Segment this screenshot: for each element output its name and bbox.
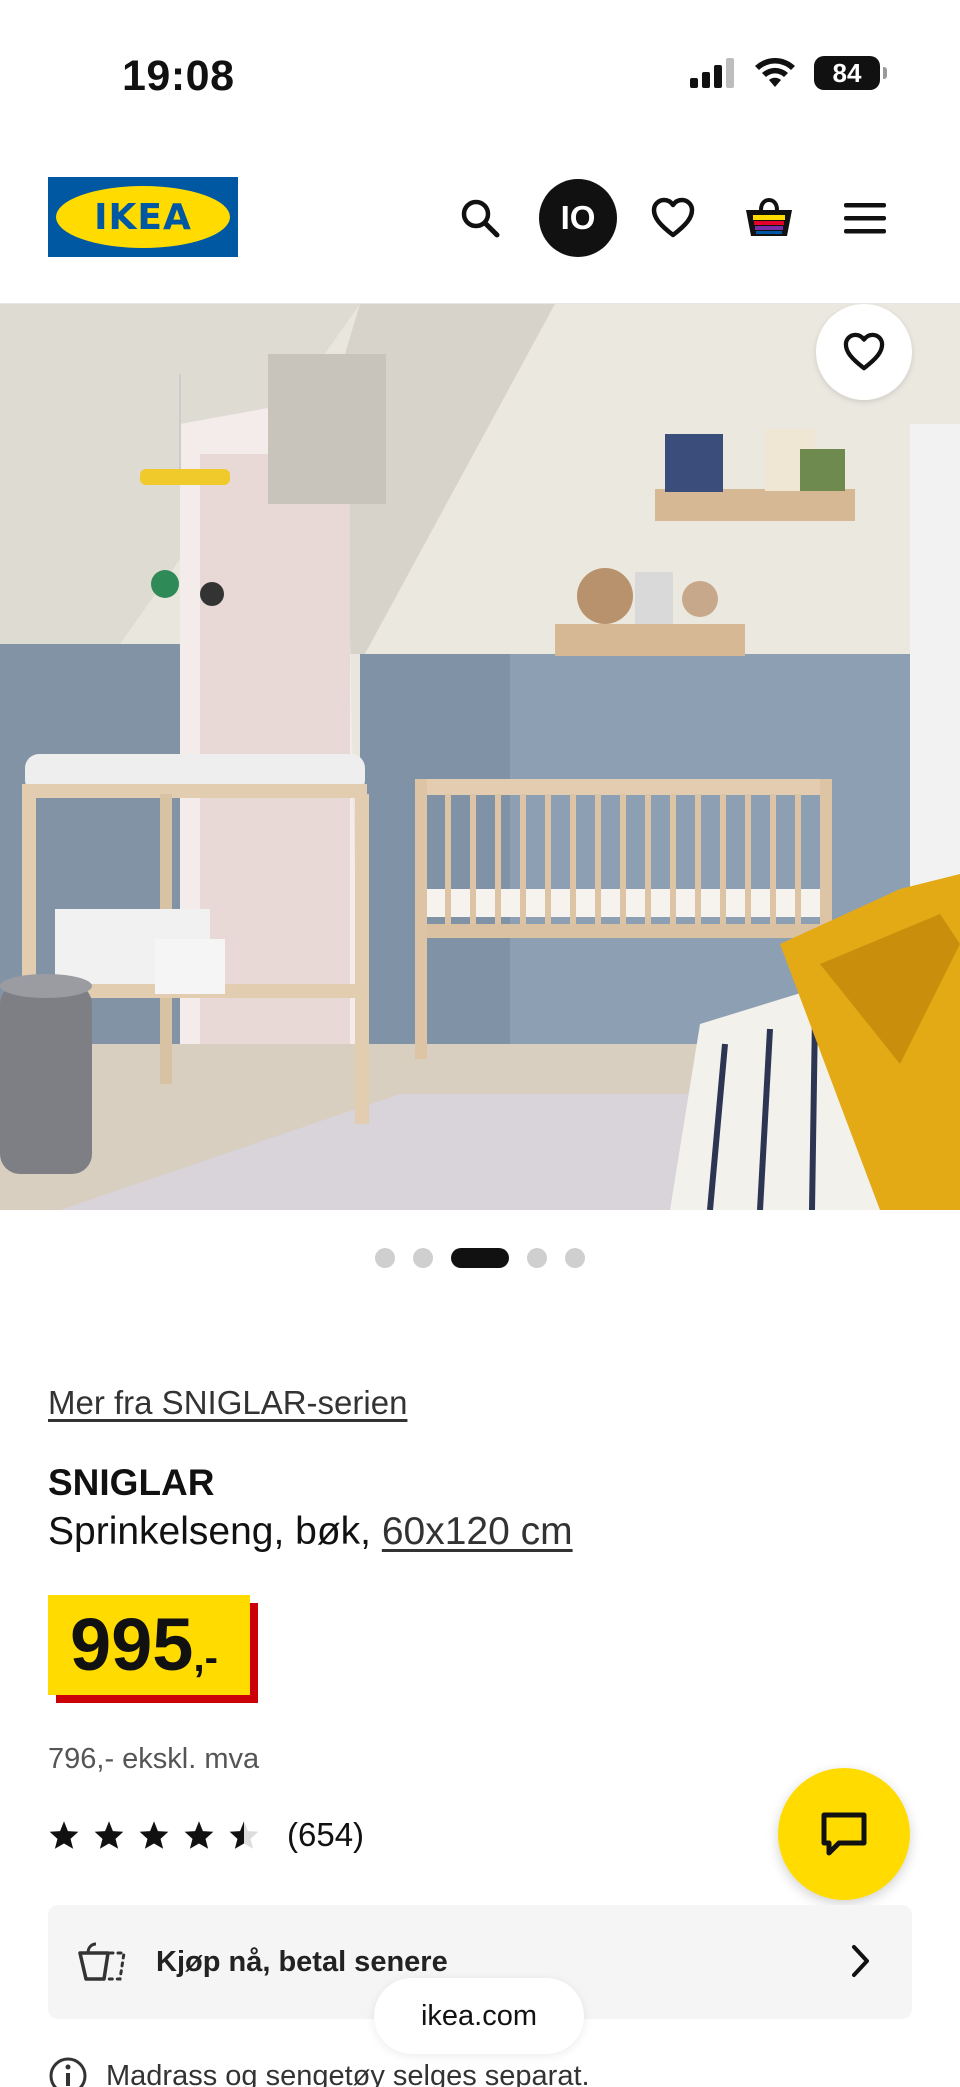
wifi-icon xyxy=(755,58,795,87)
carousel-dot[interactable] xyxy=(375,1248,395,1268)
battery-indicator: 84 xyxy=(814,56,887,90)
price-value: 995 xyxy=(70,1603,194,1686)
heart-icon xyxy=(651,197,695,238)
logo-oval: IKEA xyxy=(56,186,230,248)
avatar: IO xyxy=(539,179,617,257)
carousel-dot[interactable] xyxy=(413,1248,433,1268)
series-link[interactable]: Mer fra SNIGLAR-serien xyxy=(48,1384,407,1422)
carousel-pagination xyxy=(0,1248,960,1268)
ikea-logo[interactable]: IKEA xyxy=(48,177,238,257)
price-tag: 995 ,- xyxy=(48,1595,258,1703)
star-icon xyxy=(94,1821,124,1849)
price-box: 995 ,- xyxy=(48,1595,250,1695)
browser-url-pill[interactable]: ikea.com xyxy=(374,1978,584,2054)
add-to-favorites-button[interactable] xyxy=(816,304,912,400)
product-name: SNIGLAR xyxy=(48,1462,215,1503)
chevron-right-icon xyxy=(852,1945,869,1977)
info-note: Madrass og sengetøy selges separat. xyxy=(48,2056,590,2087)
bnpl-label: Kjøp nå, betal senere xyxy=(156,1945,448,1978)
favorites-button[interactable] xyxy=(633,178,713,258)
product-description: Sprinkelseng, bøk, 60x120 cm xyxy=(48,1510,573,1554)
status-icons: 84 xyxy=(690,56,887,90)
star-icon xyxy=(49,1821,79,1849)
site-header: IKEA IO xyxy=(0,150,960,304)
basket-payment-icon xyxy=(78,1942,126,1981)
status-bar: 19:08 84 xyxy=(0,0,960,150)
header-actions: IO xyxy=(440,178,900,258)
chat-button[interactable] xyxy=(778,1768,910,1900)
carousel-dot-active[interactable] xyxy=(451,1248,509,1268)
star-icon xyxy=(184,1821,214,1849)
menu-button[interactable] xyxy=(825,178,905,258)
product-image-carousel[interactable] xyxy=(0,304,960,1210)
info-icon xyxy=(49,2057,87,2087)
search-icon xyxy=(461,199,500,238)
search-button[interactable] xyxy=(440,178,520,258)
logo-text: IKEA xyxy=(94,196,192,238)
status-time: 19:08 xyxy=(122,52,235,100)
menu-icon xyxy=(844,203,886,234)
price-excl-vat: 796,- ekskl. mva xyxy=(48,1743,260,1775)
size-link[interactable]: 60x120 cm xyxy=(382,1510,573,1553)
price-suffix: ,- xyxy=(193,1635,218,1680)
carousel-dot[interactable] xyxy=(527,1248,547,1268)
chat-icon xyxy=(821,1812,867,1856)
half-star-icon xyxy=(229,1821,259,1849)
cart-button[interactable] xyxy=(729,178,809,258)
heart-icon xyxy=(843,332,885,371)
cellular-signal-icon xyxy=(690,58,734,88)
rating[interactable]: (654) xyxy=(48,1816,364,1854)
rating-count: (654) xyxy=(287,1816,365,1853)
nursery-room-image xyxy=(0,304,960,1210)
star-icon xyxy=(139,1821,169,1849)
info-note-text: Madrass og sengetøy selges separat. xyxy=(106,2059,590,2087)
product-type: Sprinkelseng, bøk, xyxy=(48,1510,382,1553)
carousel-dot[interactable] xyxy=(565,1248,585,1268)
basket-icon xyxy=(746,197,792,236)
account-button[interactable]: IO xyxy=(538,178,618,258)
